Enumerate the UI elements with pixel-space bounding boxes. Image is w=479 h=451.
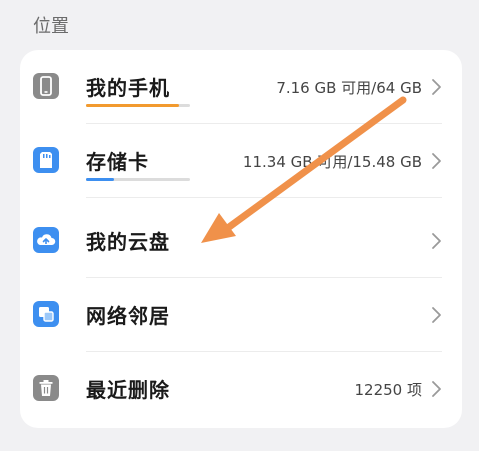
trash-icon [33, 375, 59, 401]
locations-card: 我的手机 7.16 GB 可用/64 GB 存储卡 11.34 GB 可用/15… [20, 50, 462, 428]
location-item-label: 最近删除 [86, 378, 170, 402]
location-item-cloud-drive[interactable]: 我的云盘 [20, 204, 462, 278]
location-item-my-phone[interactable]: 我的手机 7.16 GB 可用/64 GB [20, 50, 462, 124]
storage-usage-bar [86, 178, 190, 181]
chevron-right-icon [429, 380, 443, 398]
location-item-label: 我的云盘 [86, 230, 170, 254]
location-item-network-neighbors[interactable]: 网络邻居 [20, 278, 462, 352]
location-item-label: 网络邻居 [86, 304, 170, 328]
section-title: 位置 [33, 16, 69, 37]
chevron-right-icon [429, 152, 443, 170]
network-neighbor-icon [33, 301, 59, 327]
chevron-right-icon [429, 306, 443, 324]
storage-capacity-text: 11.34 GB 可用/15.48 GB [242, 153, 422, 171]
chevron-right-icon [429, 78, 443, 96]
location-item-sd-card[interactable]: 存储卡 11.34 GB 可用/15.48 GB [20, 124, 462, 198]
location-item-label: 我的手机 [86, 76, 170, 100]
storage-usage-fill [86, 104, 179, 107]
cloud-drive-icon [33, 227, 59, 253]
storage-capacity-text: 7.16 GB 可用/64 GB [276, 79, 422, 97]
phone-icon [33, 73, 59, 99]
location-item-label: 存储卡 [86, 150, 149, 174]
storage-usage-bar [86, 104, 190, 107]
chevron-right-icon [429, 232, 443, 250]
location-item-recently-deleted[interactable]: 最近删除 12250 项 [20, 352, 462, 426]
deleted-items-count: 12250 项 [354, 381, 423, 399]
divider [86, 197, 442, 198]
storage-usage-fill [86, 178, 115, 181]
sd-card-icon [33, 147, 59, 173]
